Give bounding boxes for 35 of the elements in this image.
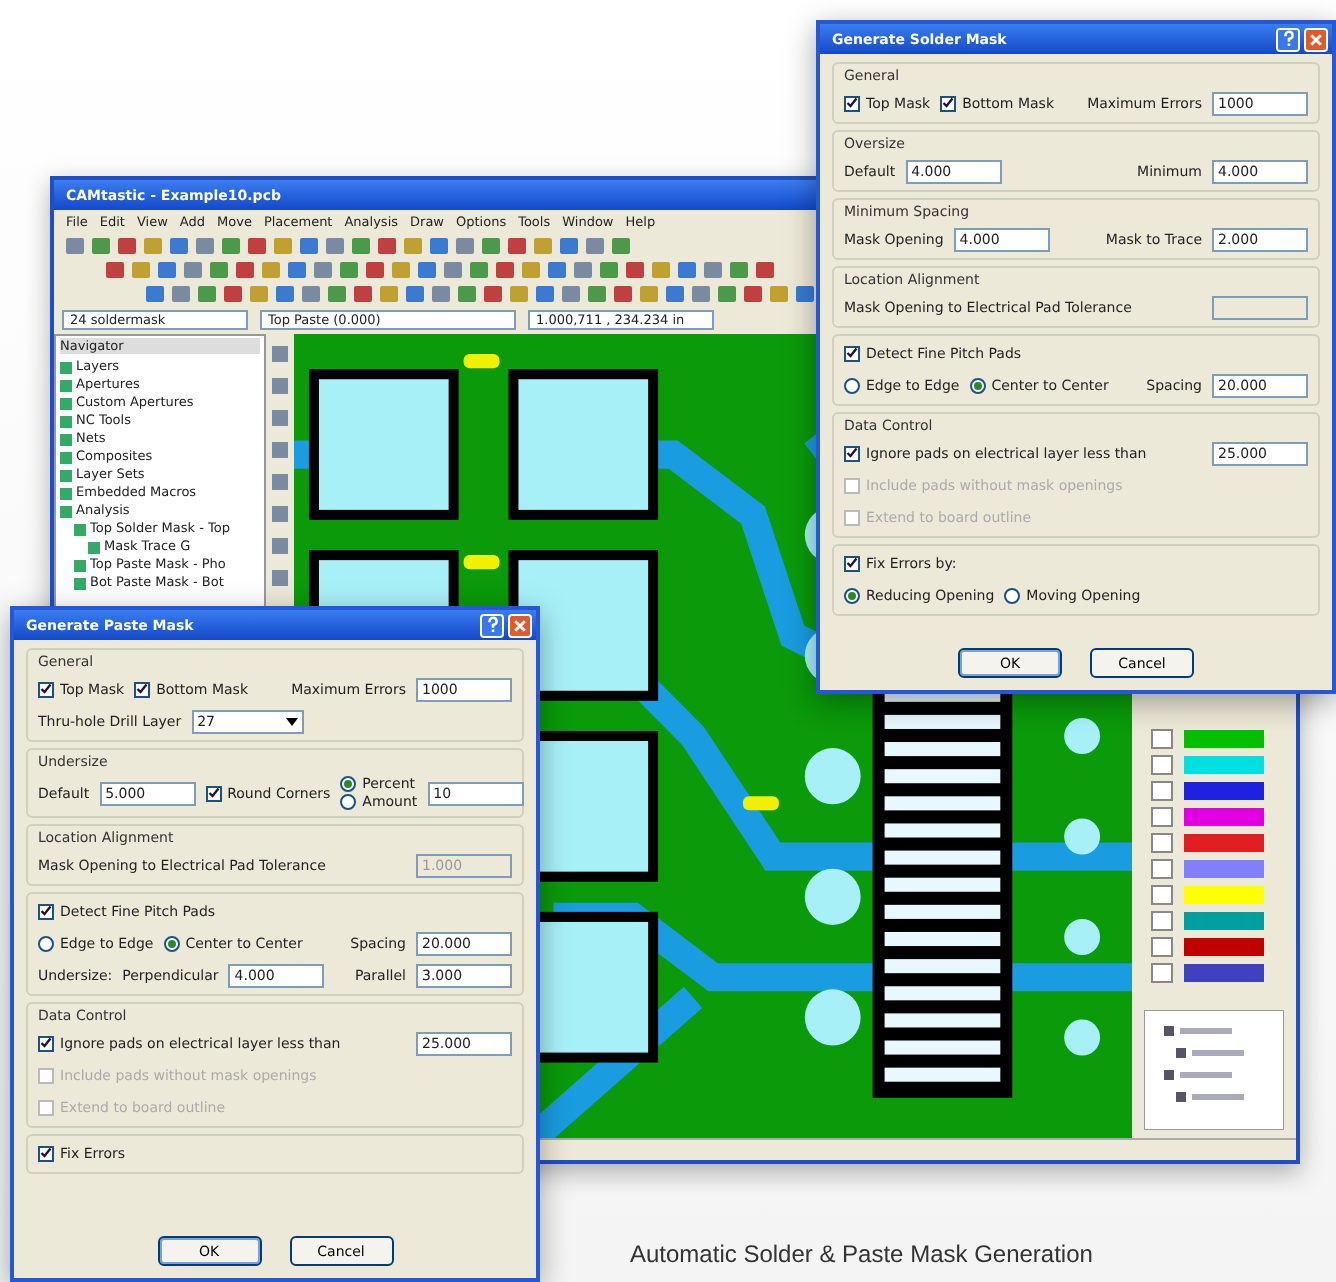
square-icon — [60, 469, 72, 481]
help-button[interactable] — [480, 613, 504, 637]
square-icon — [60, 361, 72, 373]
check-icon — [40, 904, 52, 918]
check-icon — [942, 96, 955, 110]
close-button[interactable] — [508, 613, 532, 637]
check-icon — [207, 786, 220, 800]
square-icon — [74, 559, 86, 571]
square-icon — [60, 397, 72, 409]
check-icon — [846, 446, 858, 460]
check-icon — [846, 96, 858, 110]
square-icon — [74, 523, 86, 535]
square-icon — [60, 433, 72, 445]
square-icon — [88, 541, 100, 553]
caret-icon — [285, 717, 298, 725]
square-icon — [60, 415, 72, 427]
help-icon — [483, 616, 501, 634]
check-icon — [40, 1146, 52, 1160]
help-button[interactable] — [1276, 27, 1300, 51]
check-icon — [40, 682, 52, 696]
square-icon — [60, 451, 72, 463]
check-icon — [40, 1036, 52, 1050]
square-icon — [60, 505, 72, 517]
close-icon — [512, 617, 528, 633]
square-icon — [60, 487, 72, 499]
help-icon — [1279, 30, 1297, 48]
check-icon — [846, 346, 858, 360]
check-icon — [136, 682, 149, 696]
square-icon — [60, 379, 72, 391]
square-icon — [74, 577, 86, 589]
tree-list-drawing — [1144, 1010, 1284, 1130]
check-icon — [846, 556, 858, 570]
close-button[interactable] — [1304, 27, 1328, 51]
caption: Automatic Solder & Paste Mask Generation — [630, 1240, 1093, 1268]
close-icon — [1308, 31, 1324, 47]
